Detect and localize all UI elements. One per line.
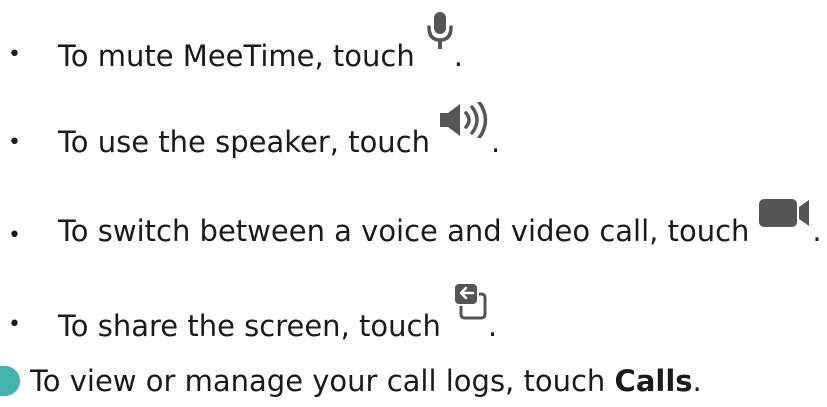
list-item-period: . [491,125,501,159]
list-item-label: To switch between a voice and video call… [58,214,750,248]
list-item-period: . [453,39,463,73]
calls-label: Calls [614,364,693,398]
bullet-dot: • [8,130,21,155]
list-item-video: • To switch between a voice and video ca… [0,199,827,248]
list-item-text: To share the screen, touch . [58,284,498,343]
call-logs-step: To view or manage your call logs, touch … [0,364,702,398]
list-item-label: To use the speaker, touch [58,125,431,159]
list-item-share-screen: • To share the screen, touch . [0,284,827,343]
bullet-dot: • [8,42,21,67]
list-item-period: . [812,214,822,248]
microphone-icon [427,12,453,57]
bullet-dot: • [8,312,21,337]
list-item-label: To share the screen, touch [58,309,441,343]
step-period: . [692,364,702,398]
list-item-period: . [487,309,498,343]
step-marker [0,366,20,396]
list-item-label: To mute MeeTime, touch [58,39,415,73]
screen-share-icon [453,282,487,327]
list-item-mute: • To mute MeeTime, touch . [0,12,827,73]
video-camera-icon [759,197,811,236]
step-text: To view or manage your call logs, touch [30,364,615,398]
list-item-text: To switch between a voice and video call… [58,199,822,248]
speaker-icon [438,100,490,145]
list-item-text: To mute MeeTime, touch . [58,12,463,73]
list-item-speaker: • To use the speaker, touch . [0,100,827,159]
bullet-dot: • [8,223,21,248]
list-item-text: To use the speaker, touch . [58,100,501,159]
